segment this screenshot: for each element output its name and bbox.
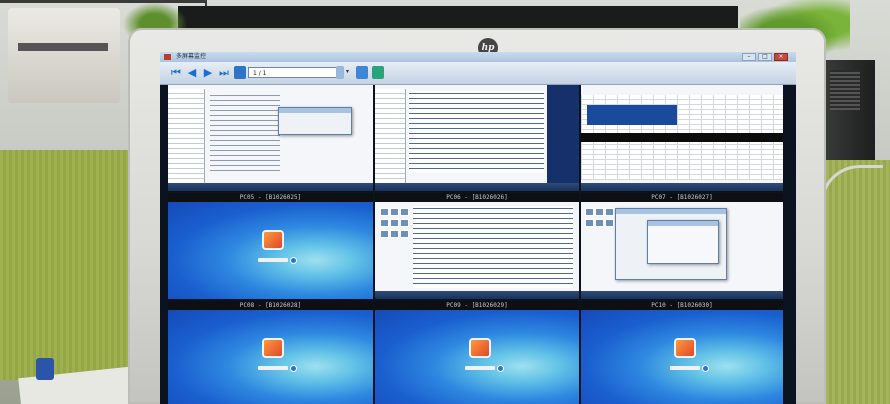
login-arrow-button[interactable] [701,365,709,372]
selected-range [587,105,677,125]
login-arrow-button[interactable] [496,365,504,372]
desktop-shortcut-icon[interactable] [390,208,399,216]
pc-tower [820,60,875,160]
taskbar [581,291,783,299]
desktop-shortcut-icon[interactable] [400,219,409,227]
desktop-shortcut-icon[interactable] [380,230,389,238]
taskbar [581,183,783,191]
page-field[interactable]: 1 / 1 [248,67,344,78]
monitor-screen: 多屏幕监控 – □ × ⏮ ◀ ▶ ⏭ 1 / 1 ▾ PC05 - [B102… [160,52,796,404]
page-dropdown-icon[interactable]: ▾ [346,68,349,75]
desktop-shortcut-icon[interactable] [390,219,399,227]
screen-tile[interactable] [581,85,783,191]
remote-desktop [375,85,579,191]
view-icon[interactable] [336,66,344,79]
desktop-shortcut-icon[interactable] [605,219,614,227]
minimize-button[interactable]: – [742,53,756,61]
password-field[interactable] [669,366,700,370]
first-page-icon[interactable]: ⏮ [170,67,182,79]
login-wallpaper [168,310,373,404]
cup [36,358,54,380]
user-avatar-icon [264,232,283,248]
screen-tile[interactable]: PC06 - [B1026026] [375,193,579,299]
taskbar [168,183,373,191]
user-avatar-icon [675,340,694,356]
desktop-shortcut-icon[interactable] [380,219,389,227]
tile-label: PC07 - [B1026027] [581,193,783,202]
file-tree [375,89,406,183]
user-avatar-icon [264,340,283,356]
remote-desktop [375,202,579,299]
app-icon [164,54,171,60]
desktop-shortcut-icon[interactable] [400,230,409,238]
code-editor [409,91,544,173]
tools-icon[interactable] [372,66,384,79]
black-band [581,133,783,142]
password-field[interactable] [464,366,495,370]
close-button[interactable]: × [774,53,788,61]
screen-tile[interactable]: PC08 - [B1026028] [168,301,373,404]
viewer-titlebar: 多屏幕监控 – □ × [160,52,796,62]
remote-desktop [168,85,373,191]
desktop-shortcut-icon[interactable] [380,208,389,216]
login-wallpaper [581,310,783,404]
screen-tile[interactable]: PC05 - [B1026025] [168,193,373,299]
monitor-grid: PC05 - [B1026025] PC06 - [B1026026] PC07 -… [168,85,783,404]
password-field[interactable] [258,258,289,262]
screen-tile[interactable] [375,85,579,191]
desktop-shortcut-icon[interactable] [400,208,409,216]
home-icon[interactable] [234,66,246,79]
tile-label: PC10 - [B1026030] [581,301,783,310]
window-controls: – □ × [742,53,788,61]
tile-label: PC06 - [B1026026] [375,193,579,202]
login-wallpaper [375,310,579,404]
screen-tile[interactable]: PC10 - [B1026030] [581,301,783,404]
tile-label: PC05 - [B1026025] [168,193,373,202]
document-text [210,95,280,175]
cable [820,165,883,258]
login-wallpaper [168,202,373,299]
taskbar [375,183,579,191]
editor-frame [547,85,579,183]
screen-tile[interactable]: PC09 - [B1026029] [375,301,579,404]
desktop-shortcut-icon[interactable] [605,208,614,216]
desktop-shortcut-icon[interactable] [585,208,594,216]
remote-desktop [581,85,783,191]
desktop-shortcut-icon[interactable] [595,208,604,216]
desktop-icons [380,208,409,238]
password-field[interactable] [258,366,289,370]
file-tree [168,89,205,183]
user-avatar-icon [470,340,489,356]
office-photo: hp 多屏幕监控 – □ × ⏮ ◀ ▶ ⏭ 1 / 1 ▾ PC05 - [B… [0,0,890,404]
desktop-shortcut-icon[interactable] [595,219,604,227]
next-page-icon[interactable]: ▶ [202,67,214,79]
printer [8,8,120,103]
desktop-shortcut-icon[interactable] [390,230,399,238]
editor-window [413,206,573,288]
properties-dialog [647,220,719,264]
viewer-toolbar: ⏮ ◀ ▶ ⏭ 1 / 1 ▾ [160,62,796,85]
dialog-window [278,107,352,135]
prev-page-icon[interactable]: ◀ [186,67,198,79]
maximize-button[interactable]: □ [758,53,772,61]
screen-tile[interactable]: PC07 - [B1026027] [581,193,783,299]
desktop-shortcut-icon[interactable] [585,219,594,227]
desktop-icons [585,208,614,227]
network-icon[interactable] [356,66,368,79]
screen-tile[interactable] [168,85,373,191]
tile-label: PC08 - [B1026028] [168,301,373,310]
viewer-title: 多屏幕监控 [176,53,207,60]
taskbar [375,291,579,299]
tile-label: PC09 - [B1026029] [375,301,579,310]
remote-desktop [581,202,783,299]
last-page-icon[interactable]: ⏭ [218,67,230,79]
